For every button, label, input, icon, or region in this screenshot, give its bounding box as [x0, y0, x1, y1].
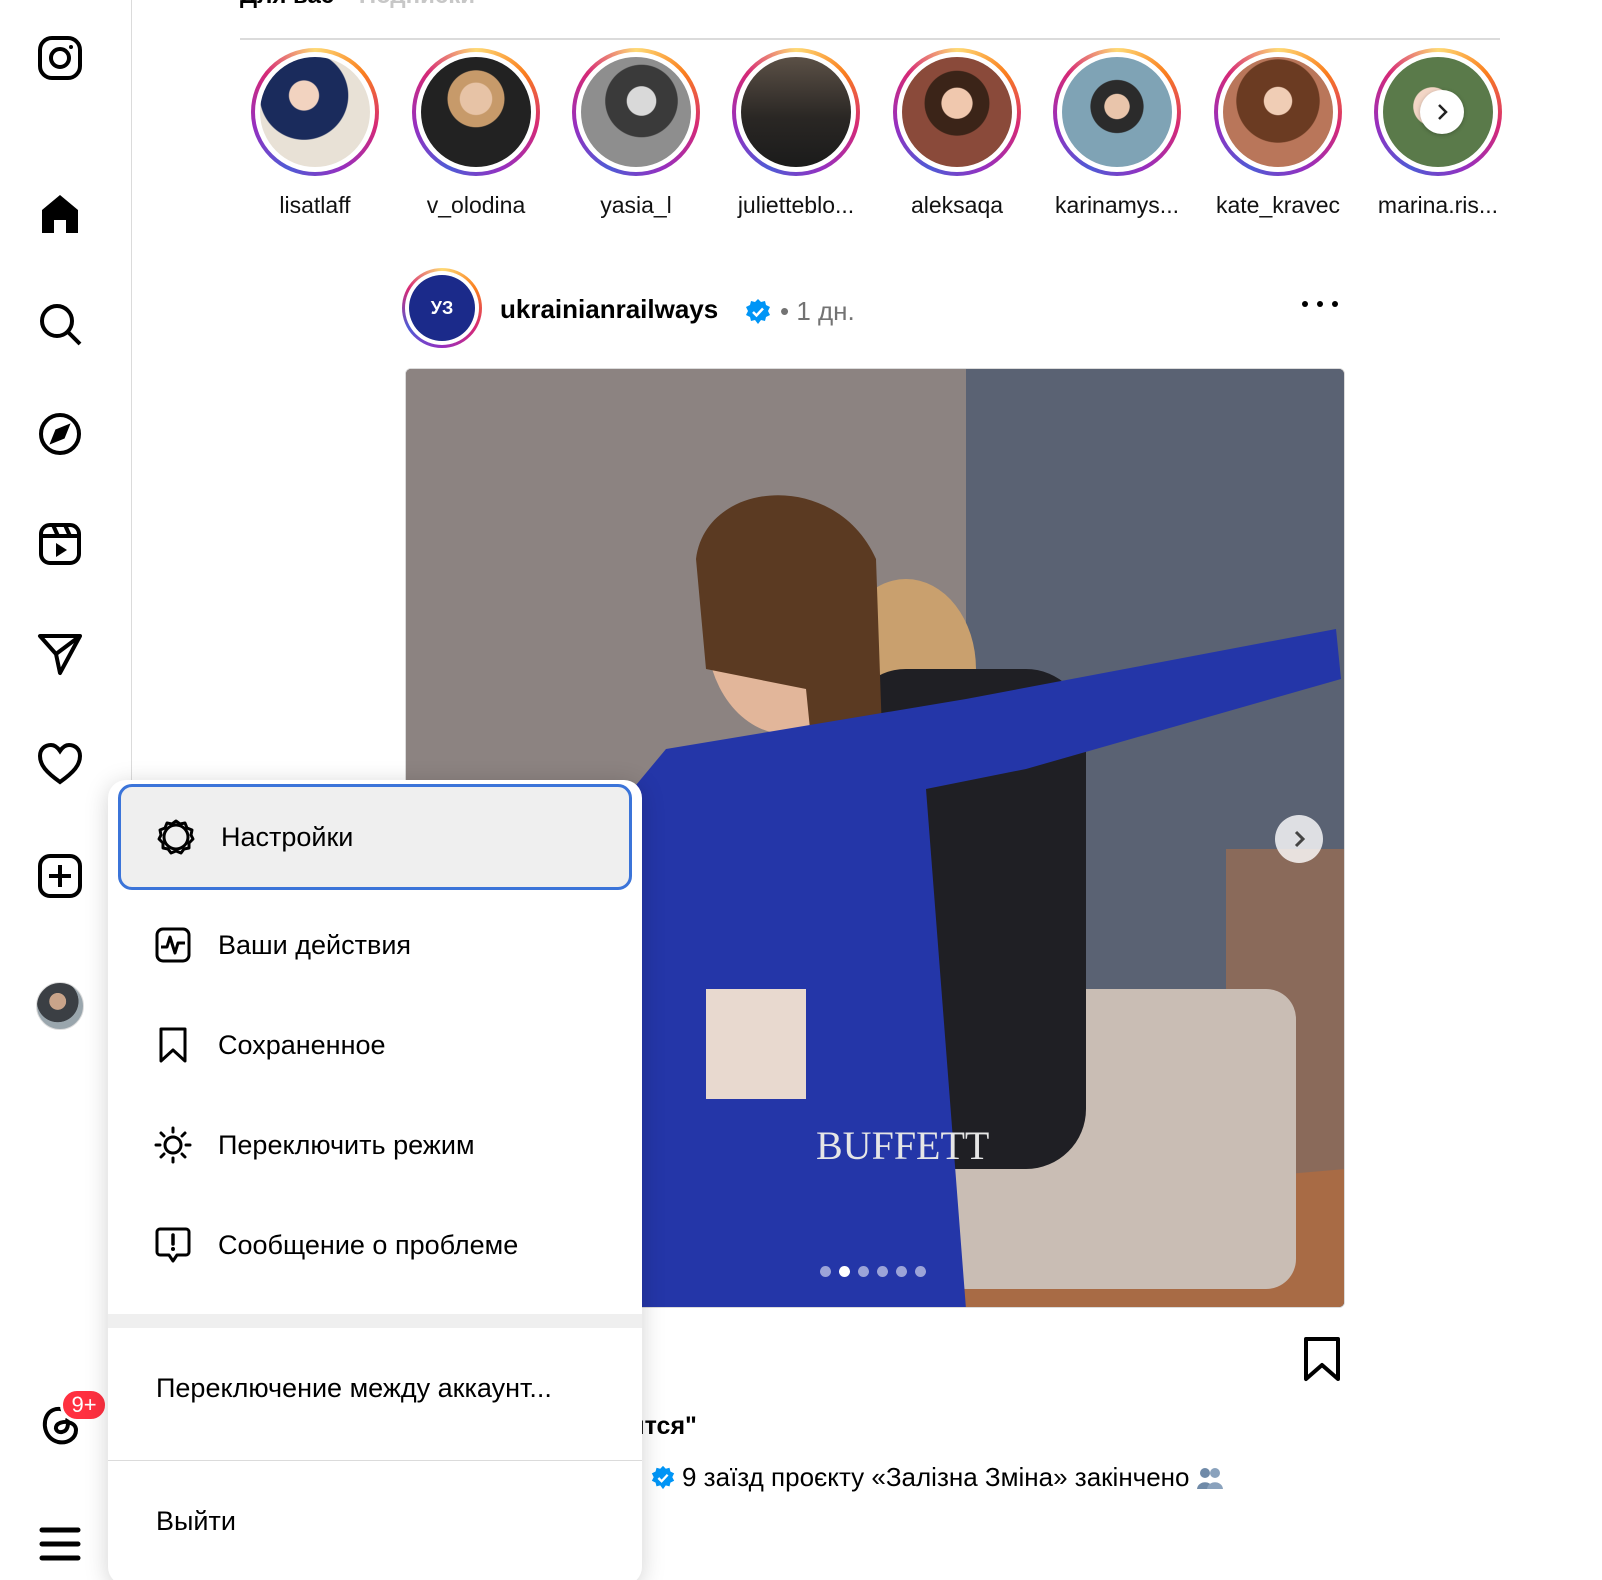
menu-item-saved[interactable]: Сохраненное: [108, 992, 642, 1098]
story-username: yasia_l: [600, 192, 672, 218]
carousel-dot: [915, 1266, 926, 1277]
carousel-dot: [877, 1266, 888, 1277]
story-username: marina.ris...: [1377, 192, 1499, 218]
search-icon[interactable]: [36, 300, 84, 348]
carousel-dot: [858, 1266, 869, 1277]
gear-icon: [157, 819, 195, 855]
story-avatar: [741, 57, 851, 167]
tab-for-you[interactable]: Для вас: [240, 0, 334, 9]
carousel-dot: [896, 1266, 907, 1277]
post-caption: 9 заїзд проєкту «Залізна Зміна» закінчен…: [650, 1462, 1224, 1493]
story-item[interactable]: aleksaqa: [887, 48, 1027, 219]
post-author-avatar[interactable]: УЗ: [402, 268, 482, 348]
more-menu-popup: Настройки Ваши действия Сохраненное Пере…: [108, 780, 642, 1580]
carousel-dot: [820, 1266, 831, 1277]
menu-item-label: Сообщение о проблеме: [218, 1229, 519, 1260]
story-item[interactable]: lisatlaff: [245, 48, 385, 219]
notifications-heart-icon[interactable]: [36, 740, 84, 788]
story-item[interactable]: v_olodina: [406, 48, 546, 219]
people-emoji-icon: [1196, 1467, 1223, 1489]
menu-item-settings[interactable]: Настройки: [118, 784, 632, 890]
direct-messages-icon[interactable]: [36, 630, 84, 678]
menu-item-logout[interactable]: Выйти: [108, 1468, 642, 1574]
story-avatar: [421, 57, 531, 167]
menu-item-label: Сохраненное: [218, 1029, 386, 1060]
reels-icon[interactable]: [36, 520, 84, 568]
menu-item-label: Выйти: [156, 1505, 236, 1536]
chevron-right-icon: [1294, 830, 1306, 848]
carousel-indicator: [820, 1266, 926, 1277]
profile-avatar[interactable]: [36, 982, 84, 1030]
story-item[interactable]: julietteblo...: [726, 48, 866, 219]
menu-item-label: Настройки: [221, 821, 354, 852]
explore-compass-icon[interactable]: [36, 410, 84, 458]
menu-item-activity[interactable]: Ваши действия: [108, 892, 642, 998]
sun-icon: [154, 1126, 192, 1164]
story-username: karinamys...: [1055, 192, 1179, 218]
story-item[interactable]: yasia_l: [566, 48, 706, 219]
menu-separator: [108, 1314, 642, 1328]
caption-text: 9 заїзд проєкту «Залізна Зміна» закінчен…: [682, 1462, 1190, 1492]
feed-tabs: Для вас Подписки: [240, 0, 475, 10]
svg-text:BUFFETT: BUFFETT: [816, 1123, 989, 1168]
instagram-logo-icon[interactable]: [36, 34, 84, 82]
report-problem-icon: [155, 1227, 191, 1263]
create-post-icon[interactable]: [36, 852, 84, 900]
post-timestamp: • 1 дн.: [780, 296, 855, 326]
bookmark-save-icon[interactable]: [1300, 1335, 1344, 1383]
bookmark-icon: [159, 1027, 187, 1063]
chevron-right-icon: [1438, 104, 1448, 120]
story-item[interactable]: karinamys...: [1047, 48, 1187, 219]
post-author-username[interactable]: ukrainianrailways: [500, 294, 718, 325]
post-options-button[interactable]: [1302, 292, 1338, 316]
home-icon[interactable]: [36, 190, 84, 238]
tabs-divider: [240, 38, 1500, 40]
story-avatar: [902, 57, 1012, 167]
menu-item-report-problem[interactable]: Сообщение о проблеме: [108, 1192, 642, 1298]
story-avatar: [1062, 57, 1172, 167]
story-username: kate_kravec: [1215, 192, 1340, 218]
story-avatar: [260, 57, 370, 167]
menu-item-switch-mode[interactable]: Переключить режим: [108, 1092, 642, 1198]
tab-following[interactable]: Подписки: [359, 0, 475, 9]
story-username: julietteblo...: [737, 192, 855, 218]
story-username: aleksaqa: [910, 192, 1004, 218]
story-username: lisatlaff: [279, 192, 351, 218]
story-username: v_olodina: [426, 192, 526, 218]
menu-item-switch-accounts[interactable]: Переключение между аккаунт...: [108, 1335, 642, 1441]
story-avatar: [581, 57, 691, 167]
menu-item-label: Переключение между аккаунт...: [156, 1372, 552, 1403]
more-menu-icon[interactable]: [36, 1520, 84, 1568]
carousel-dot-active: [839, 1266, 850, 1277]
menu-item-label: Переключить режим: [218, 1129, 475, 1160]
stories-next-button[interactable]: [1420, 90, 1464, 134]
verified-badge-icon: [746, 299, 770, 324]
story-item[interactable]: kate_kravec: [1208, 48, 1348, 219]
story-avatar: [1223, 57, 1333, 167]
verified-badge-icon: [651, 1465, 675, 1489]
notifications-count-badge: 9+: [60, 1388, 108, 1422]
menu-divider: [108, 1460, 642, 1461]
activity-icon: [155, 927, 191, 963]
menu-item-label: Ваши действия: [218, 929, 412, 960]
carousel-next-button[interactable]: [1275, 815, 1323, 863]
